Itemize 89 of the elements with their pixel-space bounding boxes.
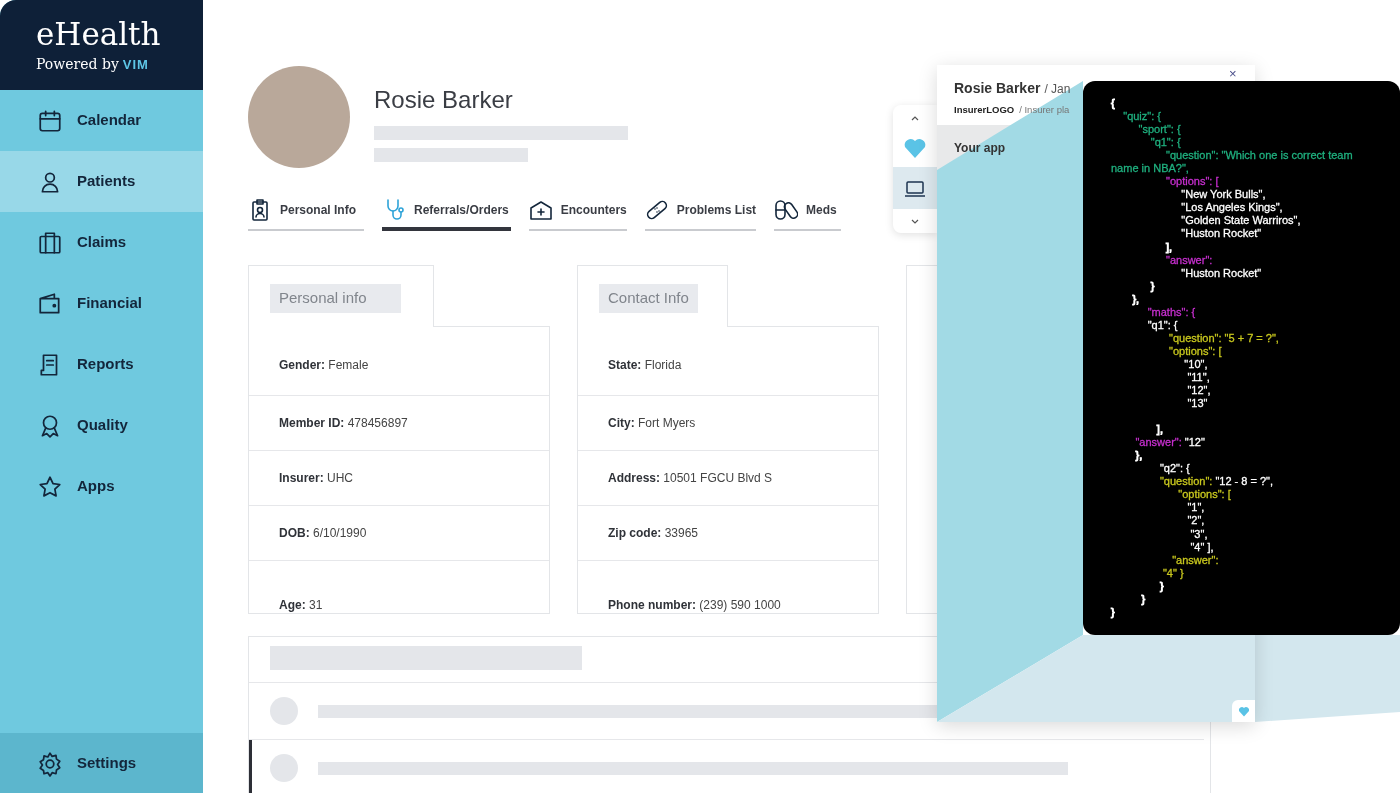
code-line: "question": "12 - 8 = ?",	[1158, 475, 1275, 489]
code-line: "maths": {	[1146, 305, 1197, 319]
close-button[interactable]: ×	[1229, 68, 1237, 80]
code-line: "New York Bulls",	[1180, 188, 1267, 202]
code-line: "12",	[1186, 384, 1212, 398]
star-icon	[37, 473, 63, 500]
code-line: "q1": {	[1146, 318, 1179, 332]
heart-icon	[903, 136, 927, 159]
code-line: ],	[1155, 423, 1164, 437]
sidebar-item[interactable]: Reports	[0, 334, 203, 395]
code-line: name in NBA?",	[1111, 162, 1190, 176]
code-line: }	[1158, 579, 1165, 593]
code-line: "1",	[1186, 501, 1206, 515]
code-line: }	[1140, 592, 1147, 606]
code-line: "Huston Rocket"	[1180, 266, 1263, 280]
insurer-logo-text: InsurerLOGO	[954, 103, 1015, 117]
code-line: "Los Angeles Kings",	[1180, 201, 1284, 215]
app-list-item[interactable]: Your app	[954, 138, 1006, 157]
brand-title: eHealth	[36, 15, 162, 54]
sidebar-item[interactable]: Patients	[0, 151, 203, 212]
tab[interactable]: Referrals/Orders	[382, 198, 511, 231]
code-line: "question": "5 + 7 = ?",	[1168, 331, 1280, 345]
brand-tagline: Powered by	[36, 55, 119, 74]
code-line: "q1": {	[1149, 136, 1182, 150]
code-line: "answer":	[1165, 253, 1214, 267]
panel-patient-name: Rosie Barker	[954, 79, 1041, 98]
wallet-icon	[37, 290, 63, 317]
code-line: "4" }	[1161, 566, 1185, 580]
code-line: "quiz": {	[1122, 110, 1162, 124]
laptop-icon	[904, 179, 926, 198]
code-line: "4" ],	[1189, 540, 1215, 554]
code-line: }	[1149, 279, 1156, 293]
briefcase-icon	[37, 229, 63, 256]
code-line: ],	[1165, 240, 1174, 254]
code-line: "question": "Which one is correct team	[1165, 149, 1354, 163]
info-field: Zip code: 33965	[608, 524, 699, 542]
settings-item[interactable]: Settings	[0, 733, 203, 793]
code-line: "3",	[1189, 527, 1209, 541]
skeleton-circle	[270, 697, 298, 725]
info-field: Gender: Female	[279, 356, 369, 374]
code-line: "Golden State Warriros",	[1180, 214, 1302, 228]
info-field: City: Fort Myers	[608, 414, 696, 432]
settings-icon	[37, 750, 63, 777]
info-field: State: Florida	[608, 356, 682, 374]
patient-name: Rosie Barker	[374, 85, 514, 115]
app-icon-button[interactable]	[893, 167, 937, 209]
code-line: "Huston Rocket"	[1180, 227, 1263, 241]
code-line: }	[1111, 605, 1116, 619]
chevron-up-icon	[911, 114, 919, 121]
code-line: "options": [	[1168, 344, 1223, 358]
sidebar-item[interactable]: Claims	[0, 212, 203, 273]
tab[interactable]: Personal Info	[248, 198, 364, 231]
hospital-icon	[528, 198, 553, 222]
info-field: Address: 10501 FGCU Blvd S	[608, 469, 773, 487]
code-line: "2",	[1186, 514, 1206, 528]
tab[interactable]: Problems List	[644, 198, 757, 231]
info-field: Member ID: 478456897	[279, 414, 408, 432]
section-title: Personal info	[270, 284, 401, 313]
code-line: "options": [	[1177, 488, 1232, 502]
info-field: DOB: 6/10/1990	[279, 524, 367, 542]
tab[interactable]: Meds	[774, 198, 841, 231]
code-line: "answer": "12"	[1134, 436, 1206, 450]
code-line: "answer":	[1171, 553, 1220, 567]
tab[interactable]: Encounters	[528, 198, 627, 231]
code-line: "q2": {	[1158, 462, 1191, 476]
sidebar-item[interactable]: Financial	[0, 273, 203, 334]
sidebar-item[interactable]: Calendar	[0, 90, 203, 151]
panel-date: / Jan	[1044, 81, 1071, 98]
skeleton-circle	[270, 754, 298, 782]
sidebar-item[interactable]: Quality	[0, 395, 203, 456]
calendar-icon	[37, 107, 63, 134]
chevron-down-icon	[911, 218, 919, 225]
code-line: "10",	[1183, 357, 1209, 371]
code-line: "options": [	[1165, 175, 1220, 189]
code-line: "11",	[1186, 371, 1211, 385]
vim-logo: VIM	[122, 55, 149, 74]
section-title: Contact Info	[599, 284, 698, 313]
code-line: {	[1111, 97, 1116, 111]
heart-badge-icon	[1232, 700, 1255, 722]
bandage-icon	[644, 198, 669, 222]
code-line: "sport": {	[1137, 123, 1182, 137]
code-line: },	[1131, 292, 1141, 306]
info-field: Age: 31	[279, 596, 323, 614]
info-field: Insurer: UHC	[279, 469, 354, 487]
info-field: Phone number: (239) 590 1000	[608, 596, 781, 614]
sidebar-item[interactable]: Apps	[0, 456, 203, 517]
code-line: },	[1134, 449, 1144, 463]
code-line: "13"	[1186, 397, 1209, 411]
pills-icon	[774, 198, 799, 222]
